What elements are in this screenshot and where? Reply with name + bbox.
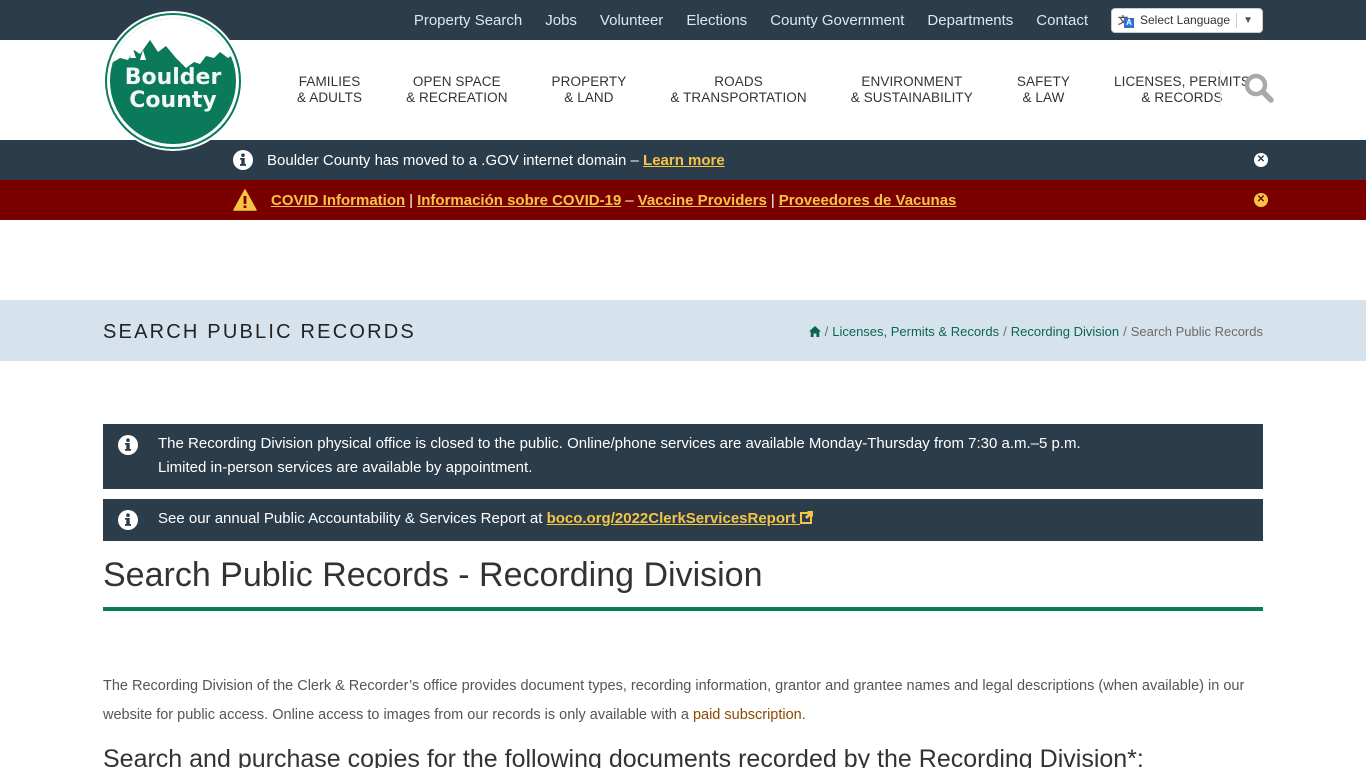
nav-label: Licenses, Permits	[1114, 74, 1250, 89]
close-gov-alert-button[interactable]: ✕	[1254, 153, 1268, 167]
nav-label: Open Space	[412, 74, 501, 89]
page-title-band: Search Public Records / Licenses, Permit…	[0, 300, 1366, 361]
language-select[interactable]: 文A Select Language ▼	[1111, 7, 1263, 33]
utility-nav: Property Search Jobs Volunteer Elections…	[391, 0, 1263, 40]
breadcrumb-licenses-permits-records[interactable]: Licenses, Permits & Records	[832, 324, 999, 339]
nav-property-land[interactable]: Property & Land	[530, 74, 649, 106]
breadcrumb-current: Search Public Records	[1130, 324, 1263, 339]
utility-link-contact[interactable]: Contact	[1036, 12, 1088, 29]
vaccine-providers-link[interactable]: Vaccine Providers	[638, 192, 767, 209]
breadcrumb-recording-division[interactable]: Recording Division	[1011, 324, 1119, 339]
dropdown-arrow-icon: ▼	[1243, 14, 1253, 26]
logo-text-line2: County	[129, 88, 217, 113]
section-title: Search Public Records	[103, 321, 416, 343]
nav-label: Environment	[861, 74, 963, 89]
gov-domain-alert-text: Boulder County has moved to a .GOV inter…	[267, 151, 639, 169]
nav-label: & Transportation	[670, 90, 807, 105]
report-link-label: boco.org/2022ClerkServicesReport	[546, 510, 796, 527]
utility-link-volunteer[interactable]: Volunteer	[600, 12, 663, 29]
separator: –	[625, 191, 634, 209]
clerk-services-report-link[interactable]: boco.org/2022ClerkServicesReport	[547, 510, 814, 527]
paid-subscription-link[interactable]: paid subscription	[693, 707, 802, 723]
nav-label: & Adults	[297, 90, 363, 105]
learn-more-link[interactable]: Learn more	[643, 152, 725, 169]
separator: |	[770, 191, 775, 209]
office-hours-text: The Recording Division physical office i…	[158, 435, 1081, 476]
home-icon[interactable]	[808, 326, 821, 337]
utility-link-county-government[interactable]: County Government	[770, 12, 904, 29]
info-icon	[233, 150, 253, 170]
search-icon	[1244, 73, 1274, 103]
report-notice: See our annual Public Accountability & S…	[103, 499, 1263, 541]
breadcrumb-separator: /	[1123, 324, 1127, 339]
logo-badge: Boulder County	[107, 15, 239, 147]
nav-label: & Land	[564, 90, 614, 105]
nav-roads-transportation[interactable]: Roads & Transportation	[648, 74, 828, 106]
language-select-label: Select Language	[1140, 13, 1231, 27]
utility-link-property-search[interactable]: Property Search	[414, 12, 522, 29]
logo-text-line1: Boulder	[124, 65, 222, 90]
utility-link-departments[interactable]: Departments	[927, 12, 1013, 29]
breadcrumb-separator: /	[824, 324, 829, 339]
main-nav: Families & Adults Open Space & Recreation …	[275, 40, 1272, 140]
nav-label: & Sustainability	[850, 90, 973, 105]
gov-domain-alert: Boulder County has moved to a .GOV inter…	[0, 140, 1366, 180]
nav-label: Families	[298, 74, 361, 89]
breadcrumb: / Licenses, Permits & Records / Recordin…	[808, 324, 1263, 339]
breadcrumb-separator: /	[1003, 324, 1007, 339]
intro-paragraph: The Recording Division of the Clerk & Re…	[103, 672, 1263, 730]
nav-label: Safety	[1016, 74, 1071, 89]
documents-subheading: Search and purchase copies for the follo…	[103, 745, 1144, 768]
covid-alert: COVID Information | Información sobre CO…	[0, 180, 1366, 220]
separator: |	[409, 191, 414, 209]
nav-families-adults[interactable]: Families & Adults	[275, 74, 384, 106]
nav-label: & Law	[1022, 90, 1065, 105]
nav-label: & Records	[1141, 90, 1223, 105]
nav-safety-law[interactable]: Safety & Law	[995, 74, 1092, 106]
close-covid-alert-button[interactable]: ✕	[1254, 193, 1268, 207]
nav-divider	[1220, 70, 1221, 106]
covid-information-link[interactable]: COVID Information	[271, 192, 405, 209]
vaccine-providers-spanish-link[interactable]: Proveedores de Vacunas	[779, 192, 957, 209]
warning-icon	[233, 189, 257, 211]
nav-label: & Recreation	[406, 90, 508, 105]
nav-label: Property	[551, 74, 627, 89]
page-title: Search Public Records - Recording Divisi…	[103, 556, 763, 594]
search-button[interactable]	[1243, 72, 1275, 104]
external-link-icon	[800, 511, 814, 524]
utility-link-elections[interactable]: Elections	[686, 12, 747, 29]
nav-open-space-recreation[interactable]: Open Space & Recreation	[384, 74, 529, 106]
report-notice-text: See our annual Public Accountability & S…	[158, 507, 1243, 531]
nav-label: Roads	[714, 74, 763, 89]
utility-link-jobs[interactable]: Jobs	[545, 12, 577, 29]
intro-end: .	[801, 707, 806, 723]
info-icon	[118, 510, 138, 530]
office-hours-notice: The Recording Division physical office i…	[103, 424, 1263, 489]
info-icon	[118, 435, 138, 455]
intro-text: The Recording Division of the Clerk & Re…	[103, 678, 1245, 723]
divider	[1236, 12, 1238, 28]
report-text: See our annual Public Accountability & S…	[158, 510, 547, 527]
covid-spanish-link[interactable]: Información sobre COVID-19	[417, 192, 621, 209]
translate-icon: 文A	[1118, 12, 1134, 28]
nav-environment-sustainability[interactable]: Environment & Sustainability	[829, 74, 995, 106]
title-underline	[103, 607, 1263, 611]
boulder-county-logo[interactable]: Boulder County	[103, 11, 243, 151]
